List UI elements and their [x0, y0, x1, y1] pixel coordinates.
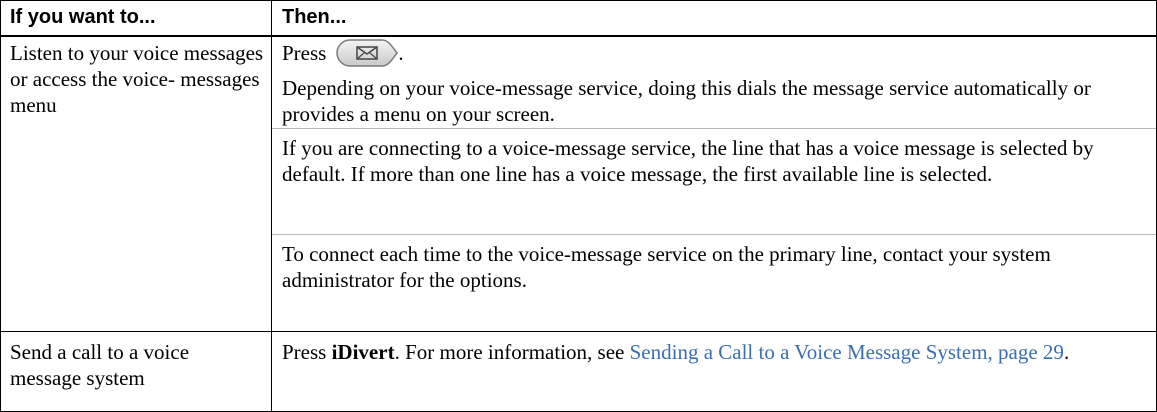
messages-button-envelope-icon[interactable]: [336, 39, 399, 67]
step-suffix: .: [1063, 340, 1070, 364]
column-header-task: If you want to...: [10, 6, 156, 28]
column-divider: [271, 1, 272, 411]
row-divider: [1, 331, 1156, 332]
column-header-action: Then...: [282, 6, 347, 28]
step-suffix: .: [398, 41, 404, 65]
step-press-messages: Press .: [282, 39, 1142, 69]
step-text: Depending on your voice-message service,…: [282, 76, 1091, 126]
procedure-table: If you want to... Then... Listen to your…: [0, 0, 1157, 412]
softkey-label: iDivert: [331, 340, 395, 364]
task-cell: Send a call to a voice message system: [10, 340, 190, 390]
step-middle: . For more information, see: [394, 340, 630, 364]
step-separator: [272, 128, 1156, 129]
header-divider: [1, 35, 1156, 37]
step-prefix: Press: [282, 340, 332, 364]
step-idivert: Press iDivert. For more information, see…: [282, 339, 1152, 365]
task-cell: Listen to your voice messages or access …: [10, 41, 264, 117]
step-prefix: Press: [282, 41, 327, 65]
step-separator: [272, 234, 1156, 235]
cross-reference-link[interactable]: Sending a Call to a Voice Message System…: [630, 340, 1064, 364]
step-text: To connect each time to the voice-messag…: [282, 242, 1051, 292]
step-text: If you are connecting to a voice-message…: [282, 136, 1094, 186]
